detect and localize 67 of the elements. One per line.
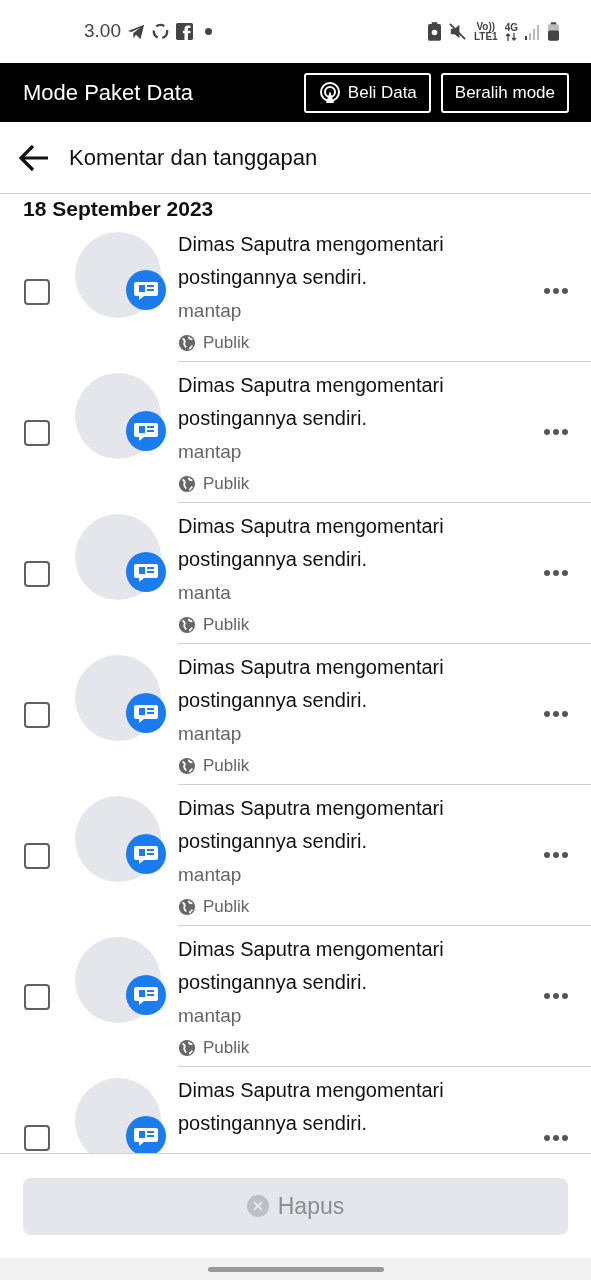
more-options-icon[interactable] [544, 993, 568, 999]
privacy-label: Publik [203, 1037, 250, 1060]
more-options-icon[interactable] [544, 852, 568, 858]
comment-snippet: mantap [178, 440, 243, 464]
buy-data-button[interactable]: Beli Data [303, 72, 431, 113]
more-options-icon[interactable] [544, 711, 568, 717]
privacy-label: Publik [203, 473, 250, 496]
comment-badge-icon [126, 975, 166, 1015]
comment-badge-icon [126, 552, 166, 592]
switch-mode-button[interactable]: Beralih mode [440, 72, 569, 113]
checkbox[interactable] [24, 1124, 50, 1151]
comment-badge-icon [126, 270, 166, 310]
globe-icon [178, 1039, 196, 1057]
broadcast-icon [317, 80, 342, 105]
activity-title: Dimas Saputra mengomentari postingannya sendiri. [178, 655, 445, 713]
mute-icon [447, 22, 467, 41]
activity-title: Dimas Saputra mengomentari postingannya sendiri. [178, 514, 445, 572]
checkbox[interactable] [24, 701, 50, 728]
comment-badge-icon [126, 693, 166, 733]
facebook-icon [176, 23, 193, 40]
more-options-icon[interactable] [544, 429, 568, 435]
activity-title: Dimas Saputra mengomentari postingannya sendiri. [178, 1078, 445, 1136]
activity-title: Dimas Saputra mengomentari postingannya sendiri. [178, 232, 445, 290]
more-options-icon[interactable] [544, 1134, 568, 1141]
globe-icon [178, 334, 196, 352]
more-options-icon[interactable] [544, 570, 568, 576]
comment-snippet: mantap [178, 1004, 243, 1028]
comment-badge-icon [126, 411, 166, 451]
comment-snippet: manta [178, 581, 232, 605]
globe-icon [178, 898, 196, 916]
privacy-label: Publik [203, 614, 250, 637]
battery-saver-icon [427, 22, 441, 41]
more-options-icon[interactable] [544, 288, 568, 294]
globe-icon [178, 757, 196, 775]
paper-plane-icon [127, 22, 145, 41]
data-mode-title: Mode Paket Data [23, 79, 194, 107]
checkbox[interactable] [24, 560, 50, 587]
close-icon [246, 1195, 269, 1217]
battery-icon [548, 22, 559, 41]
activity-title: Dimas Saputra mengomentari postingannya sendiri. [178, 937, 445, 995]
checkbox[interactable] [24, 842, 50, 869]
activity-title: Dimas Saputra mengomentari postingannya sendiri. [178, 373, 445, 431]
network-label: 4G [504, 22, 518, 33]
comment-badge-icon [126, 1116, 166, 1153]
lte-label: LTE1 [473, 31, 498, 42]
checkbox[interactable] [24, 983, 50, 1010]
checkbox[interactable] [24, 278, 50, 305]
privacy-label: Publik [203, 332, 250, 355]
checkbox[interactable] [24, 419, 50, 446]
privacy-label: Publik [203, 755, 250, 778]
signal-icon [525, 23, 541, 40]
status-time: 3.00 [84, 19, 121, 44]
back-arrow-icon[interactable] [18, 143, 50, 172]
comment-snippet: mantap [178, 299, 243, 323]
globe-icon [178, 616, 196, 634]
dot-icon [205, 28, 212, 35]
home-indicator[interactable] [207, 1266, 384, 1272]
globe-icon [178, 475, 196, 493]
activity-title: Dimas Saputra mengomentari postingannya sendiri. [178, 796, 445, 854]
privacy-label: Publik [203, 896, 250, 919]
comment-snippet: mantap [178, 863, 243, 887]
comment-badge-icon [126, 834, 166, 874]
date-heading: 18 September 2023 [23, 197, 214, 221]
data-arrows-icon [505, 32, 518, 41]
comment-snippet: mantap [178, 722, 243, 746]
page-title: Komentar dan tanggapan [69, 144, 318, 172]
volte-label: Vo)) [476, 21, 496, 32]
